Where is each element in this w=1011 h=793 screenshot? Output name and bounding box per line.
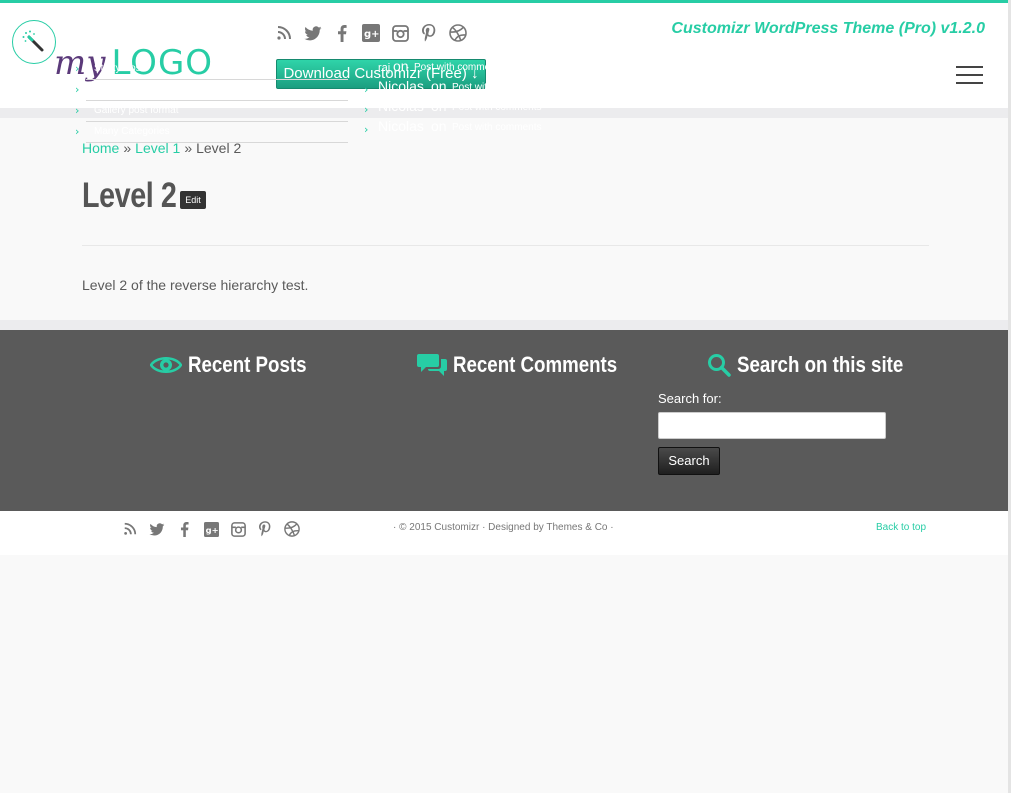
recent-posts-title: Recent Posts — [150, 352, 327, 378]
twitter-icon[interactable] — [147, 519, 167, 539]
eye-icon — [150, 357, 182, 373]
search-title: Search on this site — [707, 352, 933, 378]
google-plus-icon[interactable]: g+ — [201, 519, 221, 539]
search-title-text: Search on this site — [737, 352, 904, 377]
recent-post-link[interactable]: Many Categories — [94, 126, 170, 137]
chevron-right-icon: › — [364, 103, 369, 116]
search-icon — [708, 354, 731, 377]
twitter-icon[interactable] — [303, 22, 323, 44]
list-item: › Many Categories — [75, 122, 348, 143]
list-item: › Gallery post format — [75, 101, 348, 122]
comment-author: raj — [378, 62, 391, 74]
recent-comments-list: › raj on Post with comments › Nicolas on… — [364, 58, 614, 140]
footer-social-links: g+ — [120, 519, 302, 539]
search-button[interactable]: Search — [658, 447, 720, 475]
svg-text:g+: g+ — [205, 524, 218, 534]
footer-separator — [0, 320, 1011, 330]
page-content: Level 2 of the reverse hierarchy test. — [82, 277, 309, 293]
google-plus-icon[interactable]: g+ — [361, 22, 381, 44]
rss-icon[interactable] — [274, 22, 294, 44]
menu-hamburger-icon[interactable] — [956, 66, 984, 86]
list-item: › raj on Post with comments — [364, 58, 614, 80]
comment-post-link[interactable]: Post with comments — [452, 122, 541, 133]
pinterest-icon[interactable] — [255, 519, 275, 539]
page-title: Level 2 — [82, 176, 177, 215]
hamburger-bar — [956, 82, 983, 84]
recent-post-link[interactable]: Layout and typography — [94, 84, 196, 95]
site-tagline[interactable]: Customizr WordPress Theme (Pro) v1.2.0 — [671, 20, 985, 38]
comment-post-link[interactable]: Post with comments — [452, 102, 541, 113]
search-label: Search for: — [658, 391, 722, 406]
back-to-top-link[interactable]: Back to top — [876, 522, 926, 533]
svg-text:g+: g+ — [364, 29, 380, 40]
rss-icon[interactable] — [120, 519, 140, 539]
comment-post-link[interactable]: Post with comments — [452, 82, 541, 93]
comment-author: Nicolas — [378, 118, 424, 134]
hamburger-bar — [956, 74, 983, 76]
list-item: › Nicolas on Post with comments — [364, 98, 614, 120]
recent-posts-list: › Sticky Post › Layout and typography › Gal… — [75, 59, 348, 143]
facebook-icon[interactable] — [332, 22, 352, 44]
recent-comments-title: Recent Comments — [417, 352, 646, 378]
list-item: › Layout and typography — [75, 80, 348, 101]
content-divider — [82, 245, 929, 246]
comment-on-word: on — [431, 118, 447, 134]
comment-on-word: on — [431, 78, 447, 94]
recent-comments-title-text: Recent Comments — [453, 352, 618, 377]
chevron-right-icon: › — [75, 104, 80, 117]
chevron-right-icon: › — [364, 83, 369, 96]
chevron-right-icon: › — [75, 125, 80, 138]
pinterest-icon[interactable] — [419, 22, 439, 44]
chevron-right-icon: › — [364, 123, 369, 136]
recent-post-link[interactable]: Sticky Post — [94, 63, 143, 74]
search-input[interactable] — [658, 412, 886, 439]
list-item: › Nicolas on Post with comments — [364, 118, 614, 140]
instagram-icon[interactable] — [228, 519, 248, 539]
comment-author: Nicolas — [378, 78, 424, 94]
chevron-right-icon: › — [75, 83, 80, 96]
comment-author: Nicolas — [378, 98, 424, 114]
comment-on-word: on — [431, 98, 447, 114]
footer-credits: · © 2015 Customizr · Designed by Themes … — [393, 522, 614, 533]
recent-post-link[interactable]: Gallery post format — [94, 105, 178, 116]
instagram-icon[interactable] — [390, 22, 410, 44]
recent-posts-title-text: Recent Posts — [188, 352, 307, 377]
comments-icon — [417, 354, 447, 376]
edit-page-button[interactable]: Edit — [180, 191, 206, 209]
chevron-right-icon: › — [75, 62, 80, 75]
chevron-right-icon: › — [364, 63, 369, 76]
list-item: › Sticky Post — [75, 59, 348, 80]
dribbble-icon[interactable] — [448, 22, 468, 44]
hamburger-bar — [956, 66, 983, 68]
header-social-links: g+ — [274, 22, 468, 44]
list-item: › Nicolas on Post with comments — [364, 78, 614, 100]
dribbble-icon[interactable] — [282, 519, 302, 539]
comment-on-word: on — [393, 58, 409, 74]
comment-post-link[interactable]: Post with comments — [414, 62, 503, 73]
logo-wand-icon[interactable] — [12, 20, 56, 64]
facebook-icon[interactable] — [174, 519, 194, 539]
